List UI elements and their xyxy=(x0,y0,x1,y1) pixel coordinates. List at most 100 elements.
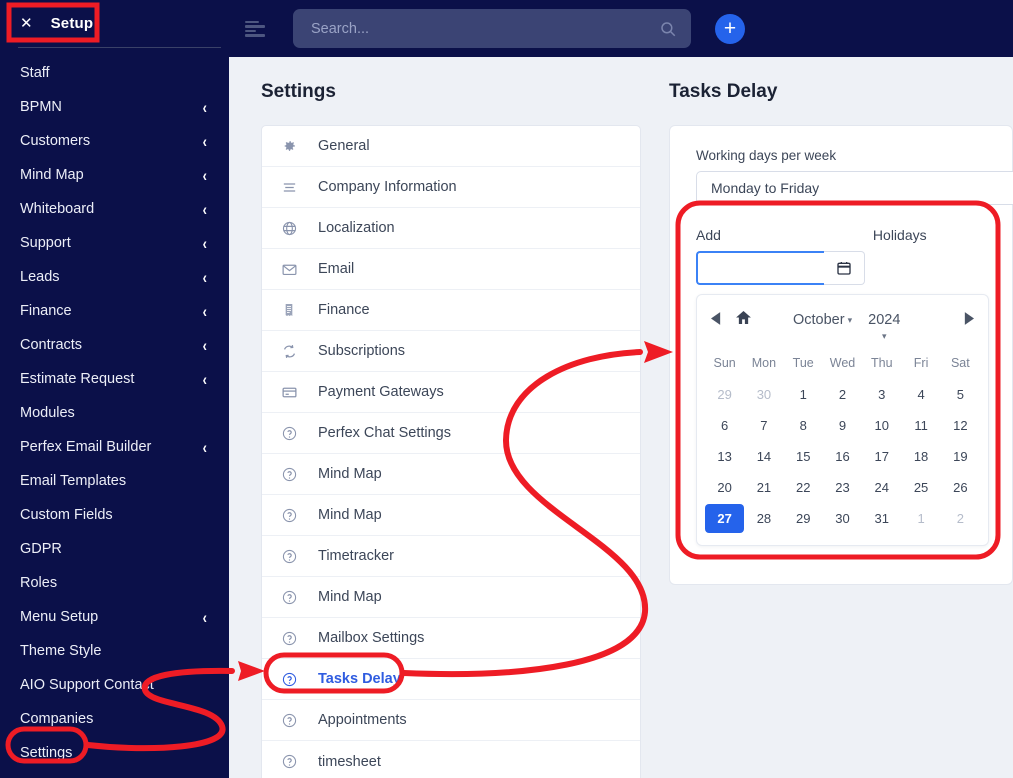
calendar-day[interactable]: 1 xyxy=(784,380,823,409)
calendar-day[interactable]: 4 xyxy=(901,380,940,409)
holiday-date-input[interactable] xyxy=(696,251,824,285)
sidebar-item-mind-map[interactable]: Mind Map ‹ xyxy=(0,158,229,192)
calendar-day[interactable]: 14 xyxy=(744,442,783,471)
calendar-day[interactable]: 22 xyxy=(784,473,823,502)
settings-row-subscriptions[interactable]: Subscriptions xyxy=(262,331,640,372)
sidebar-item-roles[interactable]: Roles xyxy=(0,566,229,600)
calendar-day[interactable]: 28 xyxy=(744,504,783,533)
chevron-left-icon[interactable]: ‹ xyxy=(203,336,207,355)
calendar-day[interactable]: 2 xyxy=(941,504,980,533)
sidebar-item-companies[interactable]: Companies xyxy=(0,702,229,736)
working-days-select[interactable]: Monday to Friday xyxy=(696,171,1013,205)
calendar-day[interactable]: 6 xyxy=(705,411,744,440)
calendar-day[interactable]: 16 xyxy=(823,442,862,471)
calendar-day[interactable]: 9 xyxy=(823,411,862,440)
settings-row-general[interactable]: General xyxy=(262,126,640,167)
calendar-day[interactable]: 19 xyxy=(941,442,980,471)
calendar-day[interactable]: 29 xyxy=(705,380,744,409)
sidebar-item-modules[interactable]: Modules xyxy=(0,396,229,430)
sidebar-item-customers[interactable]: Customers ‹ xyxy=(0,124,229,158)
search-box[interactable] xyxy=(293,9,691,48)
calendar-day[interactable]: 29 xyxy=(784,504,823,533)
calendar-day[interactable]: 8 xyxy=(784,411,823,440)
calendar-day[interactable]: 20 xyxy=(705,473,744,502)
sidebar-item-theme-style[interactable]: Theme Style xyxy=(0,634,229,668)
settings-row-finance[interactable]: Finance xyxy=(262,290,640,331)
calendar-month-select[interactable]: October ▾ xyxy=(793,312,852,328)
sidebar-item-whiteboard[interactable]: Whiteboard ‹ xyxy=(0,192,229,226)
calendar-day[interactable]: 3 xyxy=(862,380,901,409)
calendar-day[interactable]: 2 xyxy=(823,380,862,409)
settings-row-payment-gateways[interactable]: Payment Gateways xyxy=(262,372,640,413)
calendar-day[interactable]: 30 xyxy=(744,380,783,409)
settings-row-tasks-delay[interactable]: Tasks Delay xyxy=(262,659,640,700)
prev-arrow-icon[interactable] xyxy=(711,312,722,328)
search-input[interactable] xyxy=(293,20,691,37)
sidebar-setup-title: Setup xyxy=(50,14,94,32)
settings-row-perfex-chat-settings[interactable]: Perfex Chat Settings xyxy=(262,413,640,454)
calendar-day[interactable]: 5 xyxy=(941,380,980,409)
chevron-left-icon[interactable]: ‹ xyxy=(203,438,207,457)
calendar-day[interactable]: 1 xyxy=(901,504,940,533)
sidebar-item-support[interactable]: Support ‹ xyxy=(0,226,229,260)
calendar-day[interactable]: 21 xyxy=(744,473,783,502)
chevron-left-icon[interactable]: ‹ xyxy=(203,166,207,185)
settings-row-mind-map[interactable]: Mind Map xyxy=(262,577,640,618)
calendar-day[interactable]: 7 xyxy=(744,411,783,440)
search-icon[interactable] xyxy=(659,20,677,38)
chevron-left-icon[interactable]: ‹ xyxy=(203,200,207,219)
settings-row-timetracker[interactable]: Timetracker xyxy=(262,536,640,577)
calendar-day[interactable]: 12 xyxy=(941,411,980,440)
sidebar-setup-header[interactable]: ✕ Setup xyxy=(0,0,229,46)
chevron-left-icon[interactable]: ‹ xyxy=(203,608,207,627)
sidebar-item-leads[interactable]: Leads ‹ xyxy=(0,260,229,294)
calendar-day[interactable]: 17 xyxy=(862,442,901,471)
settings-row-mind-map[interactable]: Mind Map xyxy=(262,454,640,495)
sidebar-item-staff[interactable]: Staff xyxy=(0,56,229,90)
calendar-day[interactable]: 31 xyxy=(862,504,901,533)
sidebar-item-email-templates[interactable]: Email Templates xyxy=(0,464,229,498)
sidebar-item-gdpr[interactable]: GDPR xyxy=(0,532,229,566)
calendar-day[interactable]: 25 xyxy=(901,473,940,502)
sidebar-item-finance[interactable]: Finance ‹ xyxy=(0,294,229,328)
chevron-left-icon[interactable]: ‹ xyxy=(203,98,207,117)
settings-row-appointments[interactable]: Appointments xyxy=(262,700,640,741)
chevron-left-icon[interactable]: ‹ xyxy=(203,302,207,321)
calendar-day[interactable]: 15 xyxy=(784,442,823,471)
sidebar-item-menu-setup[interactable]: Menu Setup ‹ xyxy=(0,600,229,634)
calendar-day[interactable]: 18 xyxy=(901,442,940,471)
settings-row-mailbox-settings[interactable]: Mailbox Settings xyxy=(262,618,640,659)
next-arrow-icon[interactable] xyxy=(963,312,974,328)
question-circle-icon xyxy=(278,422,300,444)
settings-row-timesheet[interactable]: timesheet xyxy=(262,741,640,778)
settings-row-company-information[interactable]: Company Information xyxy=(262,167,640,208)
sidebar-item-estimate-request[interactable]: Estimate Request ‹ xyxy=(0,362,229,396)
calendar-day[interactable]: 26 xyxy=(941,473,980,502)
chevron-left-icon[interactable]: ‹ xyxy=(203,370,207,389)
settings-row-localization[interactable]: Localization xyxy=(262,208,640,249)
chevron-left-icon[interactable]: ‹ xyxy=(203,234,207,253)
calendar-day-selected[interactable]: 27 xyxy=(705,504,745,533)
sidebar-item-settings[interactable]: Settings xyxy=(0,736,229,770)
chevron-left-icon[interactable]: ‹ xyxy=(203,132,207,151)
home-icon[interactable] xyxy=(736,311,751,329)
sidebar-item-bpmn[interactable]: BPMN ‹ xyxy=(0,90,229,124)
sidebar-item-contracts[interactable]: Contracts ‹ xyxy=(0,328,229,362)
settings-row-email[interactable]: Email xyxy=(262,249,640,290)
chevron-left-icon[interactable]: ‹ xyxy=(203,268,207,287)
calendar-day[interactable]: 13 xyxy=(705,442,744,471)
calendar-year-select[interactable]: 2024 ▾ xyxy=(868,312,900,341)
add-button[interactable]: + xyxy=(715,13,745,44)
calendar-day[interactable]: 24 xyxy=(862,473,901,502)
hamburger-icon[interactable] xyxy=(245,20,267,37)
calendar-day[interactable]: 10 xyxy=(862,411,901,440)
calendar-day[interactable]: 11 xyxy=(901,411,940,440)
calendar-day[interactable]: 30 xyxy=(823,504,862,533)
sidebar-item-aio-support-contact[interactable]: AIO Support Contact xyxy=(0,668,229,702)
calendar-icon[interactable] xyxy=(824,251,865,285)
close-icon[interactable]: ✕ xyxy=(20,16,33,31)
settings-row-mind-map[interactable]: Mind Map xyxy=(262,495,640,536)
calendar-day[interactable]: 23 xyxy=(823,473,862,502)
sidebar-item-perfex-email-builder[interactable]: Perfex Email Builder ‹ xyxy=(0,430,229,464)
sidebar-item-custom-fields[interactable]: Custom Fields xyxy=(0,498,229,532)
